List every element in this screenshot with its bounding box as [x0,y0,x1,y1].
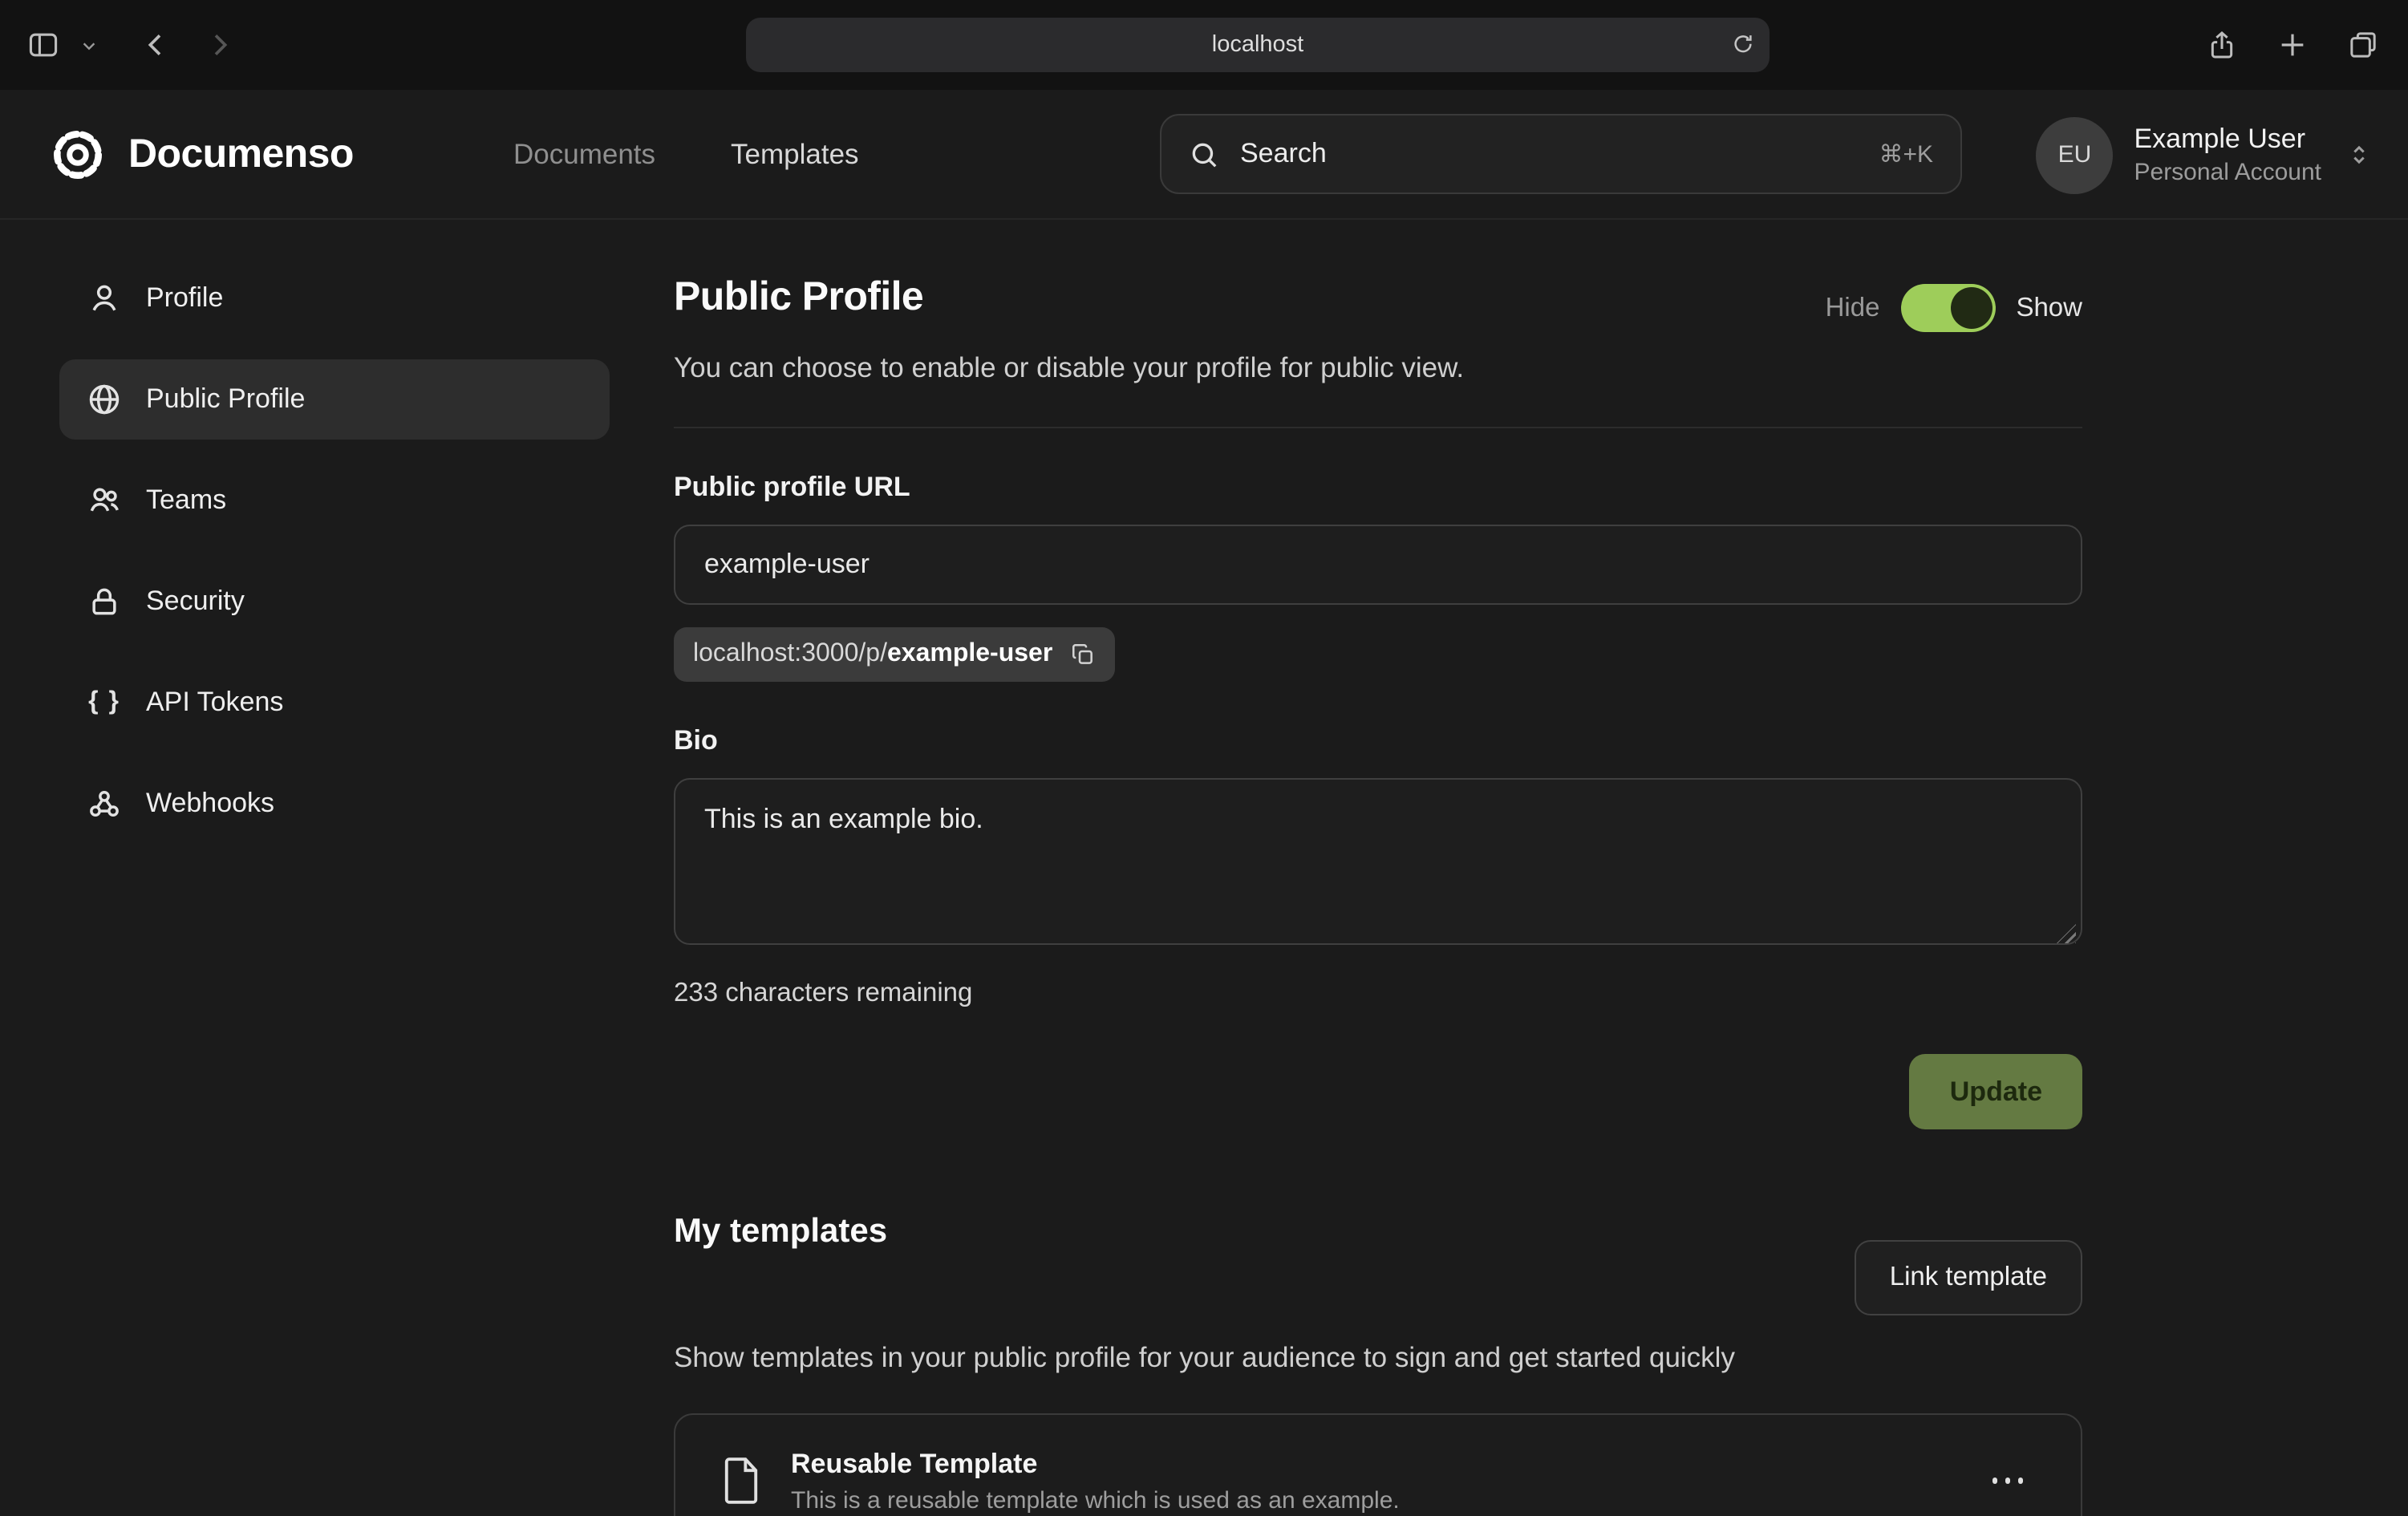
public-profile-panel: Public Profile Hide Show You can choose … [674,274,2082,1516]
globe-icon [87,382,122,417]
template-description: This is a reusable template which is use… [791,1486,1400,1514]
documenso-logo-icon [48,125,107,184]
new-tab-icon[interactable] [2276,29,2309,61]
browser-toolbar: localhost [0,0,2408,90]
settings-nav: Profile Public Profile Teams Security { … [59,258,610,1516]
sidebar-item-label: Teams [146,484,226,517]
account-type: Personal Account [2134,159,2322,186]
nav-templates[interactable]: Templates [731,138,859,172]
sidebar-item-label: Profile [146,282,223,314]
chevrons-up-down-icon [2345,141,2373,168]
template-name: Reusable Template [791,1448,1400,1480]
search-icon [1189,139,1219,169]
forward-button[interactable] [204,29,236,61]
search-shortcut: ⌘+K [1879,140,1933,168]
lock-icon [87,584,122,619]
my-templates-description: Show templates in your public profile fo… [674,1336,1797,1378]
top-nav: Documents Templates [513,90,859,220]
sidebar-item-webhooks[interactable]: Webhooks [59,764,610,844]
profile-url-input[interactable] [674,525,2082,605]
share-icon[interactable] [2206,29,2238,61]
address-bar[interactable]: localhost [746,18,1770,72]
file-icon [720,1457,762,1505]
nav-documents[interactable]: Documents [513,138,655,172]
users-icon [87,483,122,518]
my-templates-title: My templates [674,1213,887,1251]
sidebar-item-label: Webhooks [146,788,274,820]
toggle-knob [1950,287,1992,329]
avatar: EU [2037,116,2114,193]
page-title: Public Profile [674,274,923,321]
sidebar-item-api-tokens[interactable]: { } API Tokens [59,663,610,743]
bio-label: Bio [674,725,2082,757]
search-box[interactable]: ⌘+K [1160,114,1962,194]
full-url-text: localhost:3000/p/example-user [693,640,1052,669]
brand-name: Documenso [128,132,354,178]
sidebar-item-label: Security [146,586,245,618]
braces-icon: { } [87,688,122,717]
update-button[interactable]: Update [1910,1054,2082,1129]
address-bar-url: localhost [1212,32,1303,58]
toggle-hide-label: Hide [1826,293,1880,323]
sidebar-toggle-icon[interactable] [26,27,61,63]
webhook-icon [87,786,122,821]
brand[interactable]: Documenso [48,90,354,220]
characters-remaining: 233 characters remaining [674,979,2082,1009]
toggle-show-label: Show [2016,293,2082,323]
app-header: Documenso Documents Templates ⌘+K EU Exa… [0,90,2408,220]
profile-url-label: Public profile URL [674,472,2082,504]
template-actions-menu[interactable] [1979,1465,2036,1497]
sidebar-item-profile[interactable]: Profile [59,258,610,338]
account-name: Example User [2134,124,2322,156]
divider [674,427,2082,428]
refresh-icon[interactable] [1731,33,1755,57]
back-button[interactable] [140,29,172,61]
link-template-button[interactable]: Link template [1855,1240,2082,1315]
user-icon [87,281,122,316]
page-subtitle: You can choose to enable or disable your… [674,351,2082,385]
full-profile-url-badge: localhost:3000/p/example-user [674,627,1115,682]
profile-visibility-toggle[interactable] [1900,284,1995,332]
sidebar-item-security[interactable]: Security [59,561,610,642]
template-list-item[interactable]: Reusable Template This is a reusable tem… [674,1413,2082,1516]
sidebar-item-public-profile[interactable]: Public Profile [59,359,610,440]
app-window: localhost Documen [0,0,2408,1516]
sidebar-item-label: API Tokens [146,687,283,719]
search-input[interactable] [1240,138,1858,170]
bio-textarea[interactable]: This is an example bio. [674,778,2082,945]
sidebar-item-label: Public Profile [146,383,305,415]
tab-overview-icon[interactable] [2347,29,2379,61]
account-menu[interactable]: EU Example User Personal Account [2037,90,2374,220]
sidebar-item-teams[interactable]: Teams [59,460,610,541]
copy-icon[interactable] [1070,642,1096,667]
chevron-down-icon[interactable] [80,36,98,54]
